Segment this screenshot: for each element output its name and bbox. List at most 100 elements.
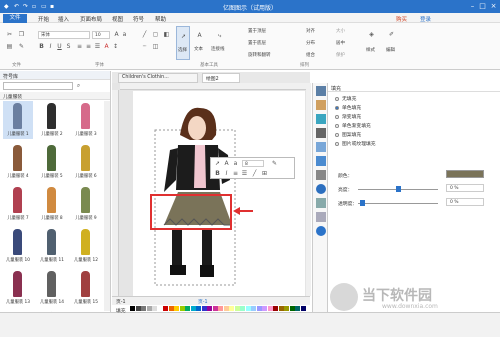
color-swatch[interactable]	[201, 306, 207, 311]
color-swatch[interactable]	[130, 306, 135, 311]
color-swatch[interactable]	[146, 306, 152, 311]
color-palette[interactable]	[112, 305, 310, 312]
new-icon[interactable]: ▫	[32, 3, 40, 10]
bring-to-front[interactable]: 置于顶层	[248, 28, 266, 34]
color-swatch[interactable]	[256, 306, 262, 311]
center[interactable]: 居中	[336, 40, 345, 46]
search-icon[interactable]: ⌕	[75, 82, 82, 89]
connector-tool-button[interactable]: ⤷ 连接线	[210, 26, 230, 60]
float-group-icon[interactable]: ⊞	[261, 170, 268, 177]
find-panel-icon[interactable]	[316, 198, 326, 208]
line-style-icon[interactable]: ┄	[141, 43, 148, 50]
color-swatch[interactable]	[267, 306, 273, 311]
color-swatch[interactable]	[135, 306, 141, 311]
category-header[interactable]: 儿童服装	[0, 92, 110, 100]
color-swatch[interactable]	[295, 306, 300, 311]
style-button[interactable]: ◈ 样式	[364, 29, 380, 57]
color-swatch[interactable]	[207, 306, 212, 311]
protect[interactable]: 保护	[336, 52, 345, 58]
picture-fill-option[interactable]: 图片或纹理填充	[335, 140, 376, 147]
color-swatch[interactable]	[168, 306, 174, 311]
menu-help[interactable]: 帮助	[155, 15, 166, 23]
align-center-icon[interactable]: ≡	[85, 43, 92, 50]
shape-icon[interactable]: ▢	[152, 31, 159, 38]
shadow-icon[interactable]: ◫	[152, 43, 159, 50]
fill-panel-icon[interactable]	[316, 86, 326, 96]
text-tool-button[interactable]: A 文本	[193, 26, 207, 60]
shadow-panel-icon[interactable]	[316, 114, 326, 124]
color-swatch[interactable]	[190, 306, 196, 311]
color-swatch[interactable]	[157, 306, 163, 311]
color-picker[interactable]	[446, 170, 484, 178]
color-swatch[interactable]	[163, 306, 168, 311]
page-tab[interactable]: 页-1	[198, 298, 208, 305]
file-menu-button[interactable]: 文件	[3, 14, 27, 23]
help-icon[interactable]	[316, 226, 326, 236]
symbol-item[interactable]: 儿童服装 15	[71, 269, 101, 307]
buy-link[interactable]: 购买	[396, 15, 407, 23]
symbol-item[interactable]: 儿童服装 13	[3, 269, 33, 307]
transparency-handle[interactable]	[360, 200, 365, 206]
color-swatch[interactable]	[229, 306, 234, 311]
maximize-button[interactable]: □	[478, 2, 487, 11]
image-panel-icon[interactable]	[316, 128, 326, 138]
single-gradient-fill-option[interactable]: 单色渐变填充	[335, 122, 371, 129]
float-pointer-icon[interactable]: ➚	[214, 160, 221, 167]
navigation-panel-icon[interactable]	[316, 184, 326, 194]
line-icon[interactable]: ╱	[141, 31, 148, 38]
page-nav-label[interactable]: 页-1	[116, 298, 126, 305]
save-icon[interactable]: ▪	[50, 3, 58, 10]
symbol-item[interactable]: 儿童服装 5	[37, 143, 67, 181]
color-swatch[interactable]	[289, 306, 295, 311]
edit-button[interactable]: ✐ 编辑	[384, 29, 400, 57]
symbol-item[interactable]: 儿童服装 12	[71, 227, 101, 265]
color-swatch[interactable]	[196, 306, 201, 311]
login-link[interactable]: 登录	[420, 15, 431, 23]
color-swatch[interactable]	[240, 306, 245, 311]
symbol-item[interactable]: 儿童服装 10	[3, 227, 33, 265]
color-swatch[interactable]	[223, 306, 229, 311]
color-swatch[interactable]	[278, 306, 284, 311]
strikethrough-icon[interactable]: S	[65, 43, 72, 50]
attachment-panel-icon[interactable]	[316, 170, 326, 180]
color-swatch[interactable]	[245, 306, 251, 311]
symbol-item[interactable]: 儿童服装 11	[37, 227, 67, 265]
copy-icon[interactable]: ❐	[18, 31, 25, 38]
tab-children-clothing[interactable]: Children's Clothin...	[118, 73, 198, 83]
symbol-item[interactable]: 儿童服装 3	[71, 101, 101, 139]
float-shrink-font-icon[interactable]: a	[232, 160, 239, 167]
symbol-item[interactable]: 儿童服装 7	[3, 185, 33, 223]
float-grow-font-icon[interactable]: A	[223, 160, 230, 167]
line-panel-icon[interactable]	[316, 100, 326, 110]
color-swatch[interactable]	[212, 306, 218, 311]
bold-icon[interactable]: B	[38, 43, 45, 50]
color-swatch[interactable]	[179, 306, 185, 311]
transparency-slider[interactable]	[358, 203, 438, 204]
underline-icon[interactable]: U	[56, 43, 63, 50]
color-swatch[interactable]	[185, 306, 190, 311]
menu-insert[interactable]: 插入	[58, 15, 69, 23]
symbol-item[interactable]: 儿童服装 4	[3, 143, 33, 181]
float-italic-icon[interactable]: I	[223, 170, 230, 177]
transparency-input[interactable]: 0 %	[446, 198, 484, 206]
group[interactable]: 组合	[306, 52, 315, 58]
color-swatch[interactable]	[152, 306, 157, 311]
grow-font-icon[interactable]: A	[113, 31, 120, 38]
color-swatch[interactable]	[174, 306, 179, 311]
brightness-handle[interactable]	[396, 186, 401, 192]
pattern-fill-option[interactable]: 图案填充	[335, 131, 361, 138]
float-bold-icon[interactable]: B	[214, 170, 221, 177]
brightness-input[interactable]: 0 %	[446, 184, 484, 192]
layer-panel-icon[interactable]	[316, 142, 326, 152]
bullet-list-icon[interactable]: ☰	[94, 43, 101, 50]
align[interactable]: 对齐	[306, 28, 315, 34]
float-format-painter-icon[interactable]: ✎	[271, 160, 278, 167]
size[interactable]: 大小	[336, 28, 345, 34]
color-swatch[interactable]	[273, 306, 278, 311]
color-swatch[interactable]	[262, 306, 267, 311]
open-icon[interactable]: ▭	[41, 3, 49, 10]
symbol-search-input[interactable]	[3, 82, 73, 90]
symbol-item[interactable]: 儿童服装 2	[37, 101, 67, 139]
format-painter-icon[interactable]: ✎	[18, 43, 25, 50]
hyperlink-panel-icon[interactable]	[316, 156, 326, 166]
